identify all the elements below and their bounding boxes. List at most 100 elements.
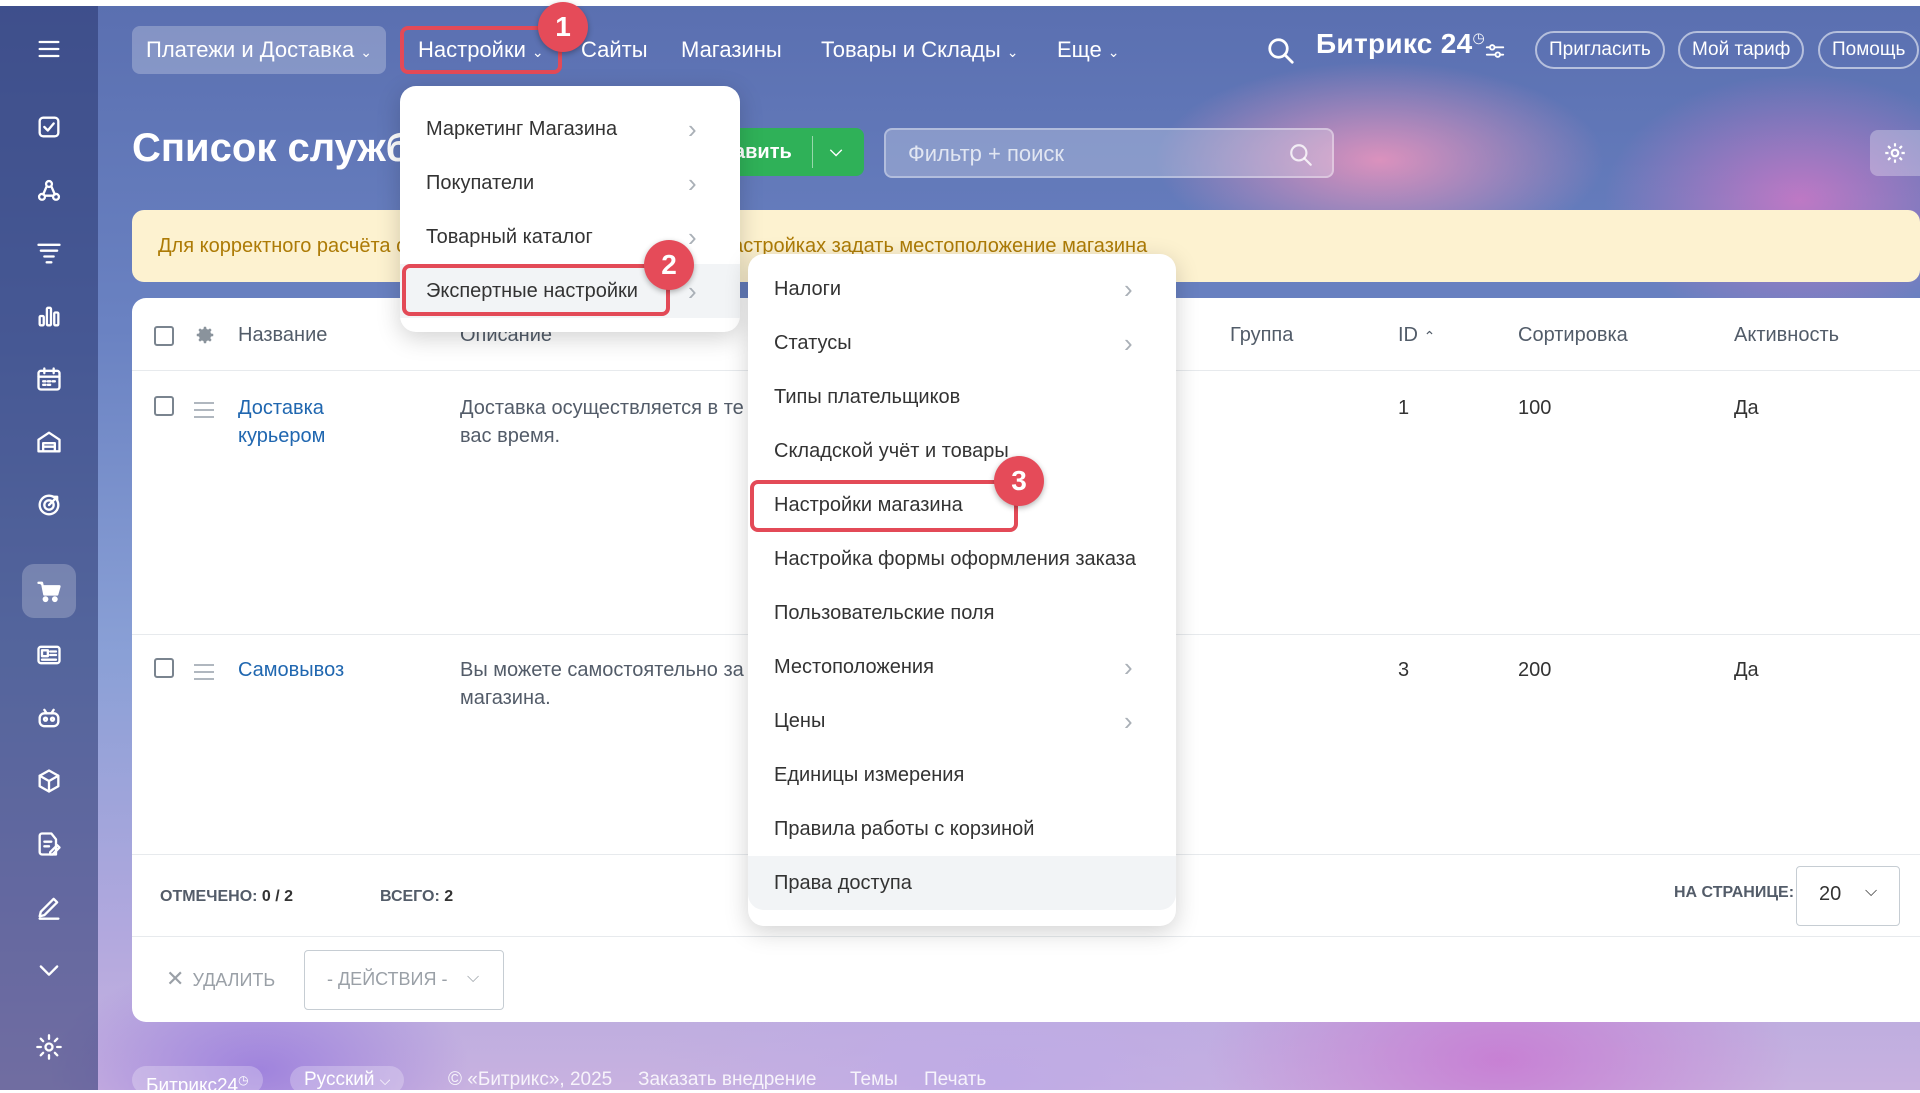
funnel-icon[interactable] xyxy=(22,226,76,280)
gear-icon[interactable] xyxy=(1870,130,1920,176)
menu-item-label: Маркетинг Магазина xyxy=(426,118,618,140)
service-active: Да xyxy=(1734,659,1759,681)
filter-search[interactable] xyxy=(884,128,1334,178)
menu-item-customers[interactable]: Покупатели › xyxy=(400,156,740,210)
copyright: © «Битрикс», 2025 xyxy=(448,1069,613,1090)
search-icon[interactable] xyxy=(1266,36,1296,66)
menu-item-access-rights[interactable]: Права доступа xyxy=(748,856,1176,910)
crm-icon[interactable] xyxy=(22,164,76,218)
per-page-select[interactable]: 20 ⌵ xyxy=(1796,866,1900,926)
chevron-down-icon: ⌵ xyxy=(1865,883,1878,900)
service-active: Да xyxy=(1734,397,1759,419)
chevron-right-icon: › xyxy=(1124,274,1133,304)
menu-item-payer-types[interactable]: Типы плательщиков xyxy=(748,370,1176,424)
warehouse-icon[interactable] xyxy=(22,415,76,469)
search-icon[interactable] xyxy=(1288,142,1314,168)
checked-count: ОТМЕЧЕНО: 0 / 2 xyxy=(160,888,293,906)
chevron-down-icon[interactable]: ⌵ xyxy=(830,128,842,176)
pen-icon[interactable] xyxy=(22,880,76,934)
document-sign-icon[interactable] xyxy=(22,817,76,871)
delete-label: УДАЛИТЬ xyxy=(192,970,276,990)
menu-item-units[interactable]: Единицы измерения xyxy=(748,748,1176,802)
calendar-icon[interactable] xyxy=(22,352,76,406)
menu-item-label: Права доступа xyxy=(774,872,912,894)
target-icon[interactable] xyxy=(22,478,76,532)
menu-item-label: Товарный каталог xyxy=(426,226,593,248)
drag-handle-icon[interactable] xyxy=(194,664,214,685)
column-header-name[interactable]: Название xyxy=(238,324,327,347)
menu-item-label: Цены xyxy=(774,710,826,732)
nav-stores[interactable]: Магазины xyxy=(667,26,796,74)
box-icon[interactable] xyxy=(22,754,76,808)
close-icon: ✕ xyxy=(166,966,185,991)
chevron-down-icon: ⌄ xyxy=(1107,44,1120,60)
nav-label: Платежи и Доставка xyxy=(146,37,355,62)
menu-item-user-fields[interactable]: Пользовательские поля xyxy=(748,586,1176,640)
invite-button[interactable]: Пригласить xyxy=(1535,31,1665,69)
nav-products-warehouses[interactable]: Товары и Склады ⌄ xyxy=(807,26,1032,74)
button-separator xyxy=(812,136,813,168)
footer-brand[interactable]: Битрикс24◷ xyxy=(132,1066,263,1093)
gear-icon[interactable] xyxy=(194,324,216,346)
analytics-icon[interactable] xyxy=(22,289,76,343)
chevron-down-icon: ⌄ xyxy=(531,44,544,60)
bitrix24-logo[interactable]: Битрикс 24◷ xyxy=(1316,28,1485,60)
order-implementation-link[interactable]: Заказать внедрение xyxy=(638,1066,817,1093)
chevron-down-icon: ⌄ xyxy=(360,44,372,60)
menu-item-statuses[interactable]: Статусы › xyxy=(748,316,1176,370)
drag-handle-icon[interactable] xyxy=(194,402,214,423)
row-checkbox[interactable] xyxy=(154,396,174,416)
sliders-icon[interactable] xyxy=(1484,40,1506,62)
menu-item-label: Единицы измерения xyxy=(774,764,965,786)
menu-item-label: Местоположения xyxy=(774,656,934,678)
nav-sites[interactable]: Сайты xyxy=(567,26,662,74)
menu-item-label: Типы плательщиков xyxy=(774,386,961,408)
delete-button[interactable]: ✕ УДАЛИТЬ xyxy=(166,966,275,992)
nav-settings[interactable]: Настройки ⌄ xyxy=(400,26,562,74)
row-checkbox[interactable] xyxy=(154,658,174,678)
menu-item-prices[interactable]: Цены › xyxy=(748,694,1176,748)
service-sort: 200 xyxy=(1518,659,1552,681)
chevron-down-icon: ⌄ xyxy=(1006,44,1019,60)
cart-icon[interactable] xyxy=(22,564,76,618)
help-button[interactable]: Помощь xyxy=(1818,31,1920,69)
service-name-link[interactable]: Доставка курьером xyxy=(238,394,398,450)
service-name-link[interactable]: Самовывоз xyxy=(238,656,344,684)
menu-item-marketing[interactable]: Маркетинг Магазина › xyxy=(400,102,740,156)
menu-icon[interactable] xyxy=(22,22,76,76)
contacts-card-icon[interactable] xyxy=(22,628,76,682)
themes-link[interactable]: Темы xyxy=(850,1066,898,1093)
per-page-label: НА СТРАНИЦЕ: xyxy=(1674,884,1795,901)
menu-item-locations[interactable]: Местоположения › xyxy=(748,640,1176,694)
tasks-icon[interactable] xyxy=(22,100,76,154)
language-label: Русский xyxy=(304,1069,375,1090)
select-all-checkbox[interactable] xyxy=(154,326,174,346)
menu-item-checkout-form[interactable]: Настройка формы оформления заказа xyxy=(748,532,1176,586)
my-tariff-button[interactable]: Мой тариф xyxy=(1678,31,1805,69)
highlight-expert-settings xyxy=(402,264,670,316)
column-header-id-label: ID xyxy=(1398,324,1418,346)
nav-label: Товары и Склады xyxy=(821,37,1001,62)
print-link[interactable]: Печать xyxy=(924,1066,986,1093)
nav-more[interactable]: Еще ⌄ xyxy=(1043,26,1134,74)
language-select[interactable]: Русский ⌵ xyxy=(290,1066,405,1093)
highlight-store-settings xyxy=(750,480,1018,532)
nav-label: Еще xyxy=(1057,37,1102,62)
chevron-down-icon: ⌵ xyxy=(467,969,480,986)
actions-select[interactable]: - ДЕЙСТВИЯ - ⌵ xyxy=(304,950,504,1010)
column-header-sort[interactable]: Сортировка xyxy=(1518,324,1628,347)
chevron-right-icon: › xyxy=(688,114,697,144)
add-button[interactable]: авить ⌵ xyxy=(720,128,864,176)
more-chevron-icon[interactable] xyxy=(22,943,76,997)
column-header-active[interactable]: Активность xyxy=(1734,324,1839,347)
menu-item-taxes[interactable]: Налоги › xyxy=(748,262,1176,316)
filter-search-input[interactable] xyxy=(908,140,1268,168)
nav-payments-delivery[interactable]: Платежи и Доставка ⌄ xyxy=(132,26,386,74)
settings-icon[interactable] xyxy=(22,1020,76,1074)
column-header-group[interactable]: Группа xyxy=(1230,324,1293,347)
menu-item-inventory[interactable]: Складской учёт и товары xyxy=(748,424,1176,478)
column-header-id[interactable]: ID ⌃ xyxy=(1398,324,1435,347)
robot-icon[interactable] xyxy=(22,691,76,745)
menu-item-cart-rules[interactable]: Правила работы с корзиной xyxy=(748,802,1176,856)
checked-label: ОТМЕЧЕНО: xyxy=(160,888,258,905)
